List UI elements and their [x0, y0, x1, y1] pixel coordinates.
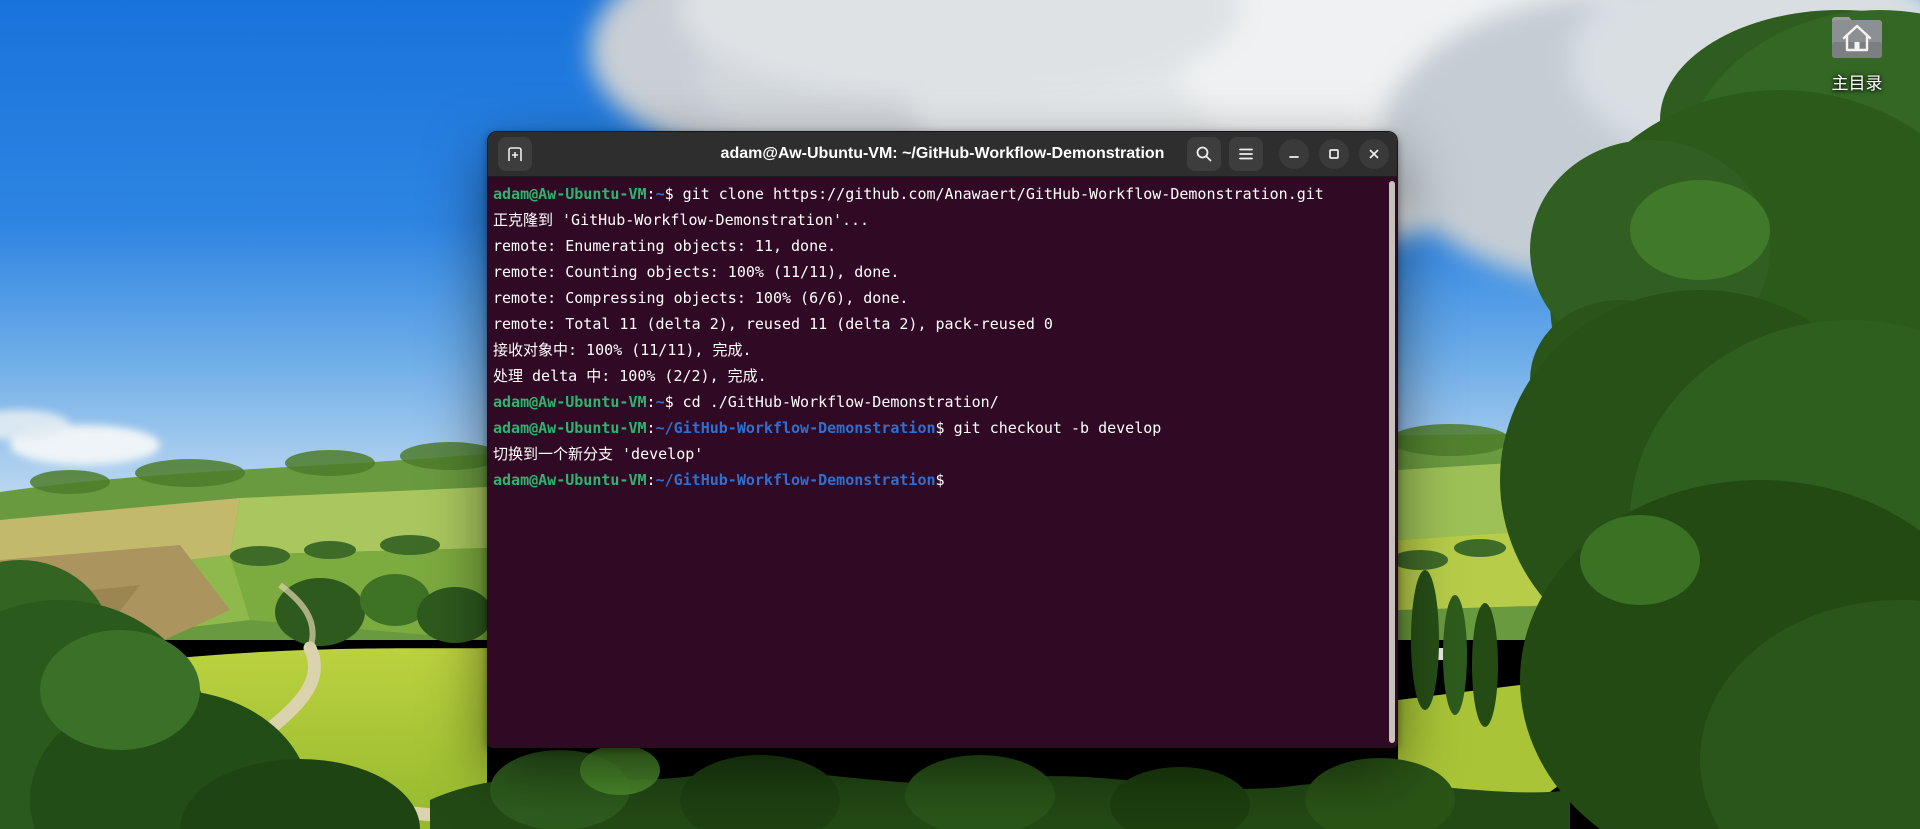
new-tab-button[interactable]: [498, 137, 532, 171]
terminal-scrollbar[interactable]: [1389, 181, 1395, 743]
maximize-button[interactable]: [1319, 139, 1349, 169]
search-icon: [1195, 145, 1213, 163]
new-tab-icon: [505, 144, 525, 164]
terminal-line: adam@Aw-Ubuntu-VM:~/GitHub-Workflow-Demo…: [493, 471, 945, 489]
minimize-icon: [1287, 147, 1301, 161]
menu-button[interactable]: [1229, 137, 1263, 171]
terminal-line: 切换到一个新分支 'develop': [493, 445, 704, 463]
hamburger-menu-icon: [1237, 145, 1255, 163]
terminal-line: 处理 delta 中: 100% (2/2), 完成.: [493, 367, 767, 385]
home-directory-desktop-icon[interactable]: 主目录: [1818, 12, 1896, 94]
home-folder-icon: [1830, 12, 1884, 65]
terminal-line: 正克隆到 'GitHub-Workflow-Demonstration'...: [493, 211, 870, 229]
minimize-button[interactable]: [1279, 139, 1309, 169]
terminal-line: remote: Counting objects: 100% (11/11), …: [493, 263, 900, 281]
terminal-line: remote: Total 11 (delta 2), reused 11 (d…: [493, 315, 1053, 333]
close-icon: [1367, 147, 1381, 161]
search-button[interactable]: [1187, 137, 1221, 171]
terminal-output: adam@Aw-Ubuntu-VM:~$ git clone https://g…: [493, 181, 1379, 493]
close-button[interactable]: [1359, 139, 1389, 169]
maximize-icon: [1327, 147, 1341, 161]
terminal-line: remote: Compressing objects: 100% (6/6),…: [493, 289, 909, 307]
terminal-line: adam@Aw-Ubuntu-VM:~/GitHub-Workflow-Demo…: [493, 419, 1162, 437]
terminal-line: 接收对象中: 100% (11/11), 完成.: [493, 341, 752, 359]
home-icon-label: 主目录: [1831, 74, 1883, 93]
terminal-window: adam@Aw-Ubuntu-VM: ~/GitHub-Workflow-Dem…: [487, 131, 1398, 748]
titlebar[interactable]: adam@Aw-Ubuntu-VM: ~/GitHub-Workflow-Dem…: [488, 132, 1397, 177]
terminal-line: adam@Aw-Ubuntu-VM:~$ cd ./GitHub-Workflo…: [493, 393, 999, 411]
terminal-content[interactable]: adam@Aw-Ubuntu-VM:~$ git clone https://g…: [488, 177, 1397, 747]
desktop: 主目录 adam@Aw-Ubuntu-VM: ~/GitHub-Workflow…: [0, 0, 1920, 829]
terminal-line: adam@Aw-Ubuntu-VM:~$ git clone https://g…: [493, 185, 1324, 203]
terminal-line: remote: Enumerating objects: 11, done.: [493, 237, 837, 255]
